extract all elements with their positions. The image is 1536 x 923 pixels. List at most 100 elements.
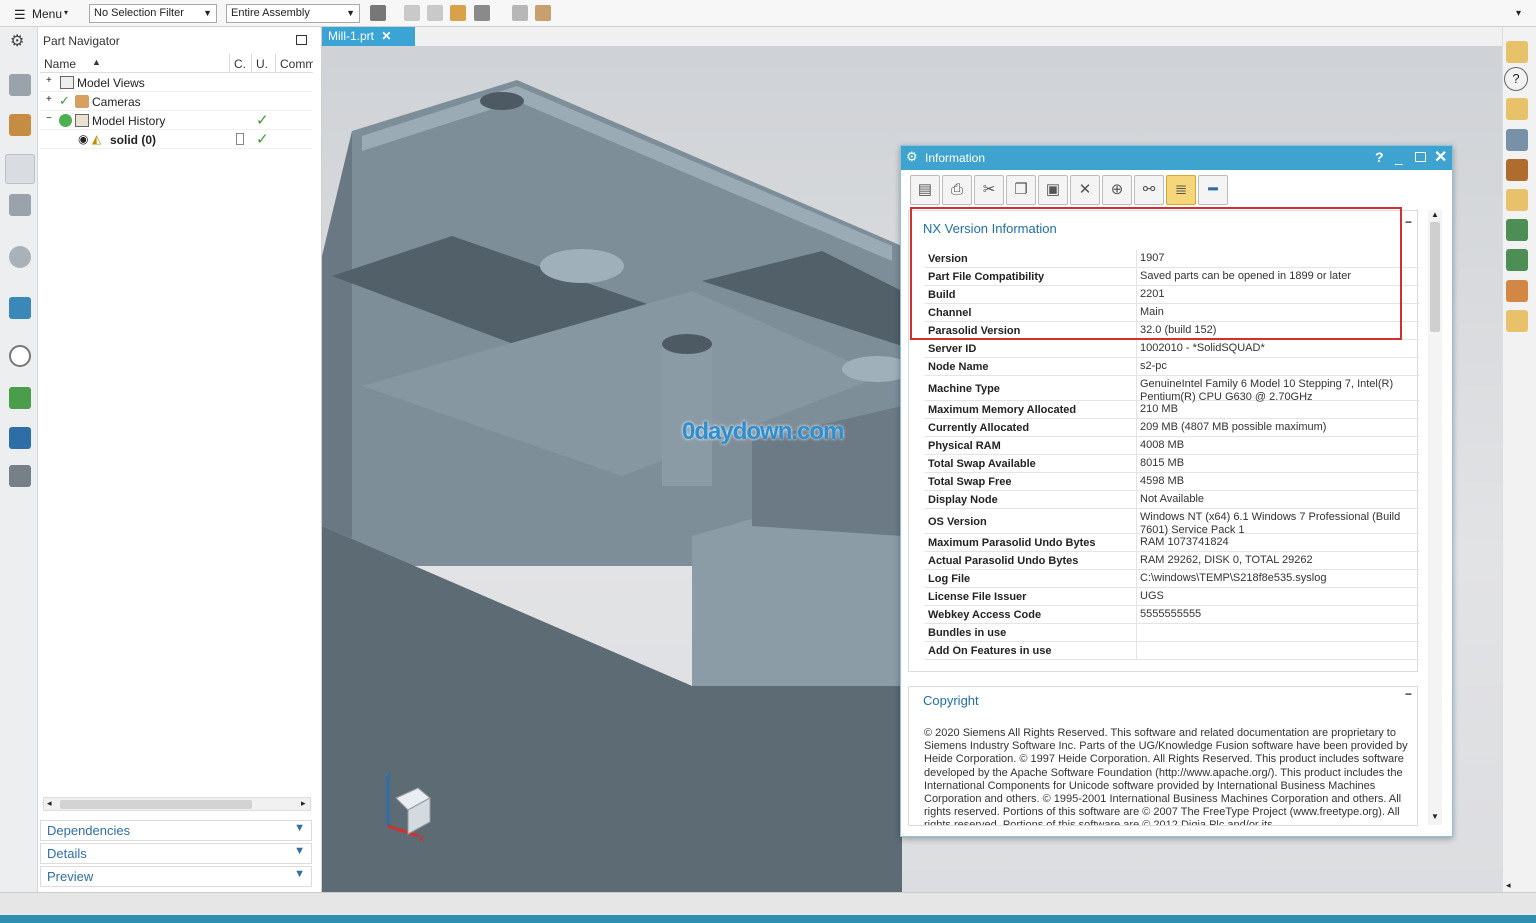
select-all-icon[interactable] [427, 5, 443, 21]
info-key: Actual Parasolid Undo Bytes [928, 555, 1079, 567]
info-row: Total Swap Available 8015 MB [925, 455, 1419, 473]
reuse-library-icon[interactable] [9, 194, 31, 216]
assembly-navigator-icon[interactable] [9, 74, 31, 96]
column-divider [1136, 437, 1137, 454]
tree-row-model-history[interactable]: − Model History ✓ [40, 111, 312, 130]
command-icon[interactable] [1506, 219, 1528, 241]
gear-icon[interactable]: ⚙ [10, 31, 24, 51]
info-key: Log File [928, 573, 971, 585]
help-icon[interactable]: ? [1504, 67, 1528, 91]
tree-row-label: solid (0) [110, 133, 157, 147]
scope-select[interactable]: Entire Assembly ▼ [226, 4, 360, 23]
find-icon[interactable]: ⚯ [1134, 175, 1164, 205]
part-navigator-title: Part Navigator [43, 34, 120, 48]
info-row: Actual Parasolid Undo Bytes RAM 29262, DI… [925, 552, 1419, 570]
word-wrap-icon[interactable]: ≣ [1166, 175, 1196, 205]
maximize-icon[interactable] [296, 35, 307, 45]
column-header-u[interactable]: U. [251, 54, 275, 73]
favorite-icon[interactable] [1506, 98, 1528, 120]
column-divider [1136, 358, 1137, 375]
print-icon[interactable]: ⎙ [942, 175, 972, 205]
info-row: Webkey Access Code 5555555555 [925, 606, 1419, 624]
model-hole-1 [480, 92, 524, 110]
command-icon[interactable] [1506, 159, 1528, 181]
chevron-down-icon: ▼ [294, 822, 305, 834]
cut-icon[interactable]: ✂ [974, 175, 1004, 205]
favorite-icon[interactable] [1506, 310, 1528, 332]
scroll-right-icon[interactable]: ▸ [301, 798, 306, 809]
scrollbar-thumb[interactable] [1430, 222, 1440, 332]
close-icon[interactable]: ✕ [1434, 147, 1447, 167]
maximize-icon[interactable] [1415, 152, 1426, 162]
info-key: Display Node [928, 494, 998, 506]
copy-icon[interactable]: ❐ [1006, 175, 1036, 205]
scroll-left-icon[interactable]: ◂ [47, 798, 52, 809]
tree-row-model-views[interactable]: + Model Views [40, 73, 312, 92]
history-folder-icon [75, 114, 89, 127]
paste-icon[interactable]: ▣ [1038, 175, 1068, 205]
model-views-icon [60, 76, 74, 89]
constraint-navigator-icon[interactable] [9, 114, 31, 136]
eye-icon[interactable]: ◉ [78, 132, 88, 146]
delete-icon[interactable]: ✕ [1070, 175, 1100, 205]
scrollbar-thumb[interactable] [60, 800, 252, 809]
panel-details[interactable]: Details ▼ [40, 843, 312, 864]
info-value: C:\windows\TEMP\S218f8e535.syslog [1140, 572, 1327, 584]
collapse-icon[interactable]: − [46, 113, 52, 124]
command-icon[interactable] [1506, 129, 1528, 151]
watermark-text: 0daydown.com [682, 418, 844, 445]
cube-icon[interactable] [512, 5, 528, 21]
expand-icon[interactable]: + [46, 94, 52, 105]
column-header-c[interactable]: C. [229, 54, 251, 73]
select-icon[interactable] [404, 5, 420, 21]
tab-mill-1[interactable]: Mill-1.prt ✕ [322, 27, 415, 46]
process-studio-icon[interactable] [9, 387, 31, 409]
shaded-icon[interactable] [535, 5, 551, 21]
favorite-icon[interactable] [1506, 41, 1528, 63]
column-header-name[interactable]: Name ▲ [40, 54, 229, 73]
panel-preview[interactable]: Preview ▼ [40, 866, 312, 887]
collapse-icon[interactable]: − [1405, 687, 1412, 701]
info-value: 8015 MB [1140, 457, 1185, 469]
roles-icon[interactable] [9, 427, 31, 449]
history-icon[interactable] [9, 345, 31, 367]
collapse-all-icon[interactable]: ━ [1198, 175, 1228, 205]
filter-icon[interactable] [370, 5, 386, 21]
hamburger-icon[interactable]: ☰ [14, 7, 26, 23]
part-navigator-icon[interactable] [5, 154, 35, 184]
minimize-icon[interactable]: _ [1395, 149, 1403, 165]
info-value: 4598 MB [1140, 475, 1185, 487]
dialog-titlebar[interactable]: ⚙ Information ? _ ✕ [901, 146, 1452, 170]
command-icon[interactable] [1506, 280, 1528, 302]
tree-row-cameras[interactable]: + ✓ Cameras [40, 92, 312, 111]
column-header-comment[interactable]: Comm [275, 54, 313, 73]
save-icon[interactable]: ▤ [910, 175, 940, 205]
info-value: 4008 MB [1140, 439, 1185, 451]
chevron-down-icon[interactable]: ▾ [1516, 8, 1521, 19]
tree-row-solid[interactable]: ◉ ◭ solid (0) ✓ [40, 130, 312, 149]
info-key: OS Version [928, 516, 987, 528]
collapse-icon[interactable]: − [1405, 215, 1412, 229]
favorite-icon[interactable] [1506, 189, 1528, 211]
snap-icon[interactable] [450, 5, 466, 21]
menu-button[interactable]: Menu [32, 7, 62, 21]
command-icon[interactable] [1506, 249, 1528, 271]
system-scenes-icon[interactable] [9, 465, 31, 487]
web-browser-icon[interactable] [9, 297, 31, 319]
checkmark-icon: ✓ [256, 112, 269, 129]
collapse-left-icon[interactable]: ◂ [1506, 880, 1511, 891]
column-divider [1136, 340, 1137, 357]
expand-icon[interactable]: + [46, 75, 52, 86]
help-icon[interactable]: ? [1375, 149, 1384, 165]
selection-filter-select[interactable]: No Selection Filter ▼ [89, 4, 217, 23]
point-icon[interactable] [474, 5, 490, 21]
info-row: Add On Features in use [925, 642, 1419, 660]
panel-dependencies[interactable]: Dependencies ▼ [40, 820, 312, 841]
close-icon[interactable]: ✕ [381, 29, 391, 43]
info-icon[interactable] [9, 246, 31, 268]
scroll-up-icon[interactable]: ▲ [1431, 210, 1439, 219]
horizontal-scrollbar[interactable]: ◂ ▸ [43, 797, 311, 811]
vertical-scrollbar[interactable]: ▲ ▼ [1428, 210, 1442, 825]
select-icon[interactable]: ⊕ [1102, 175, 1132, 205]
scroll-down-icon[interactable]: ▼ [1431, 812, 1439, 821]
